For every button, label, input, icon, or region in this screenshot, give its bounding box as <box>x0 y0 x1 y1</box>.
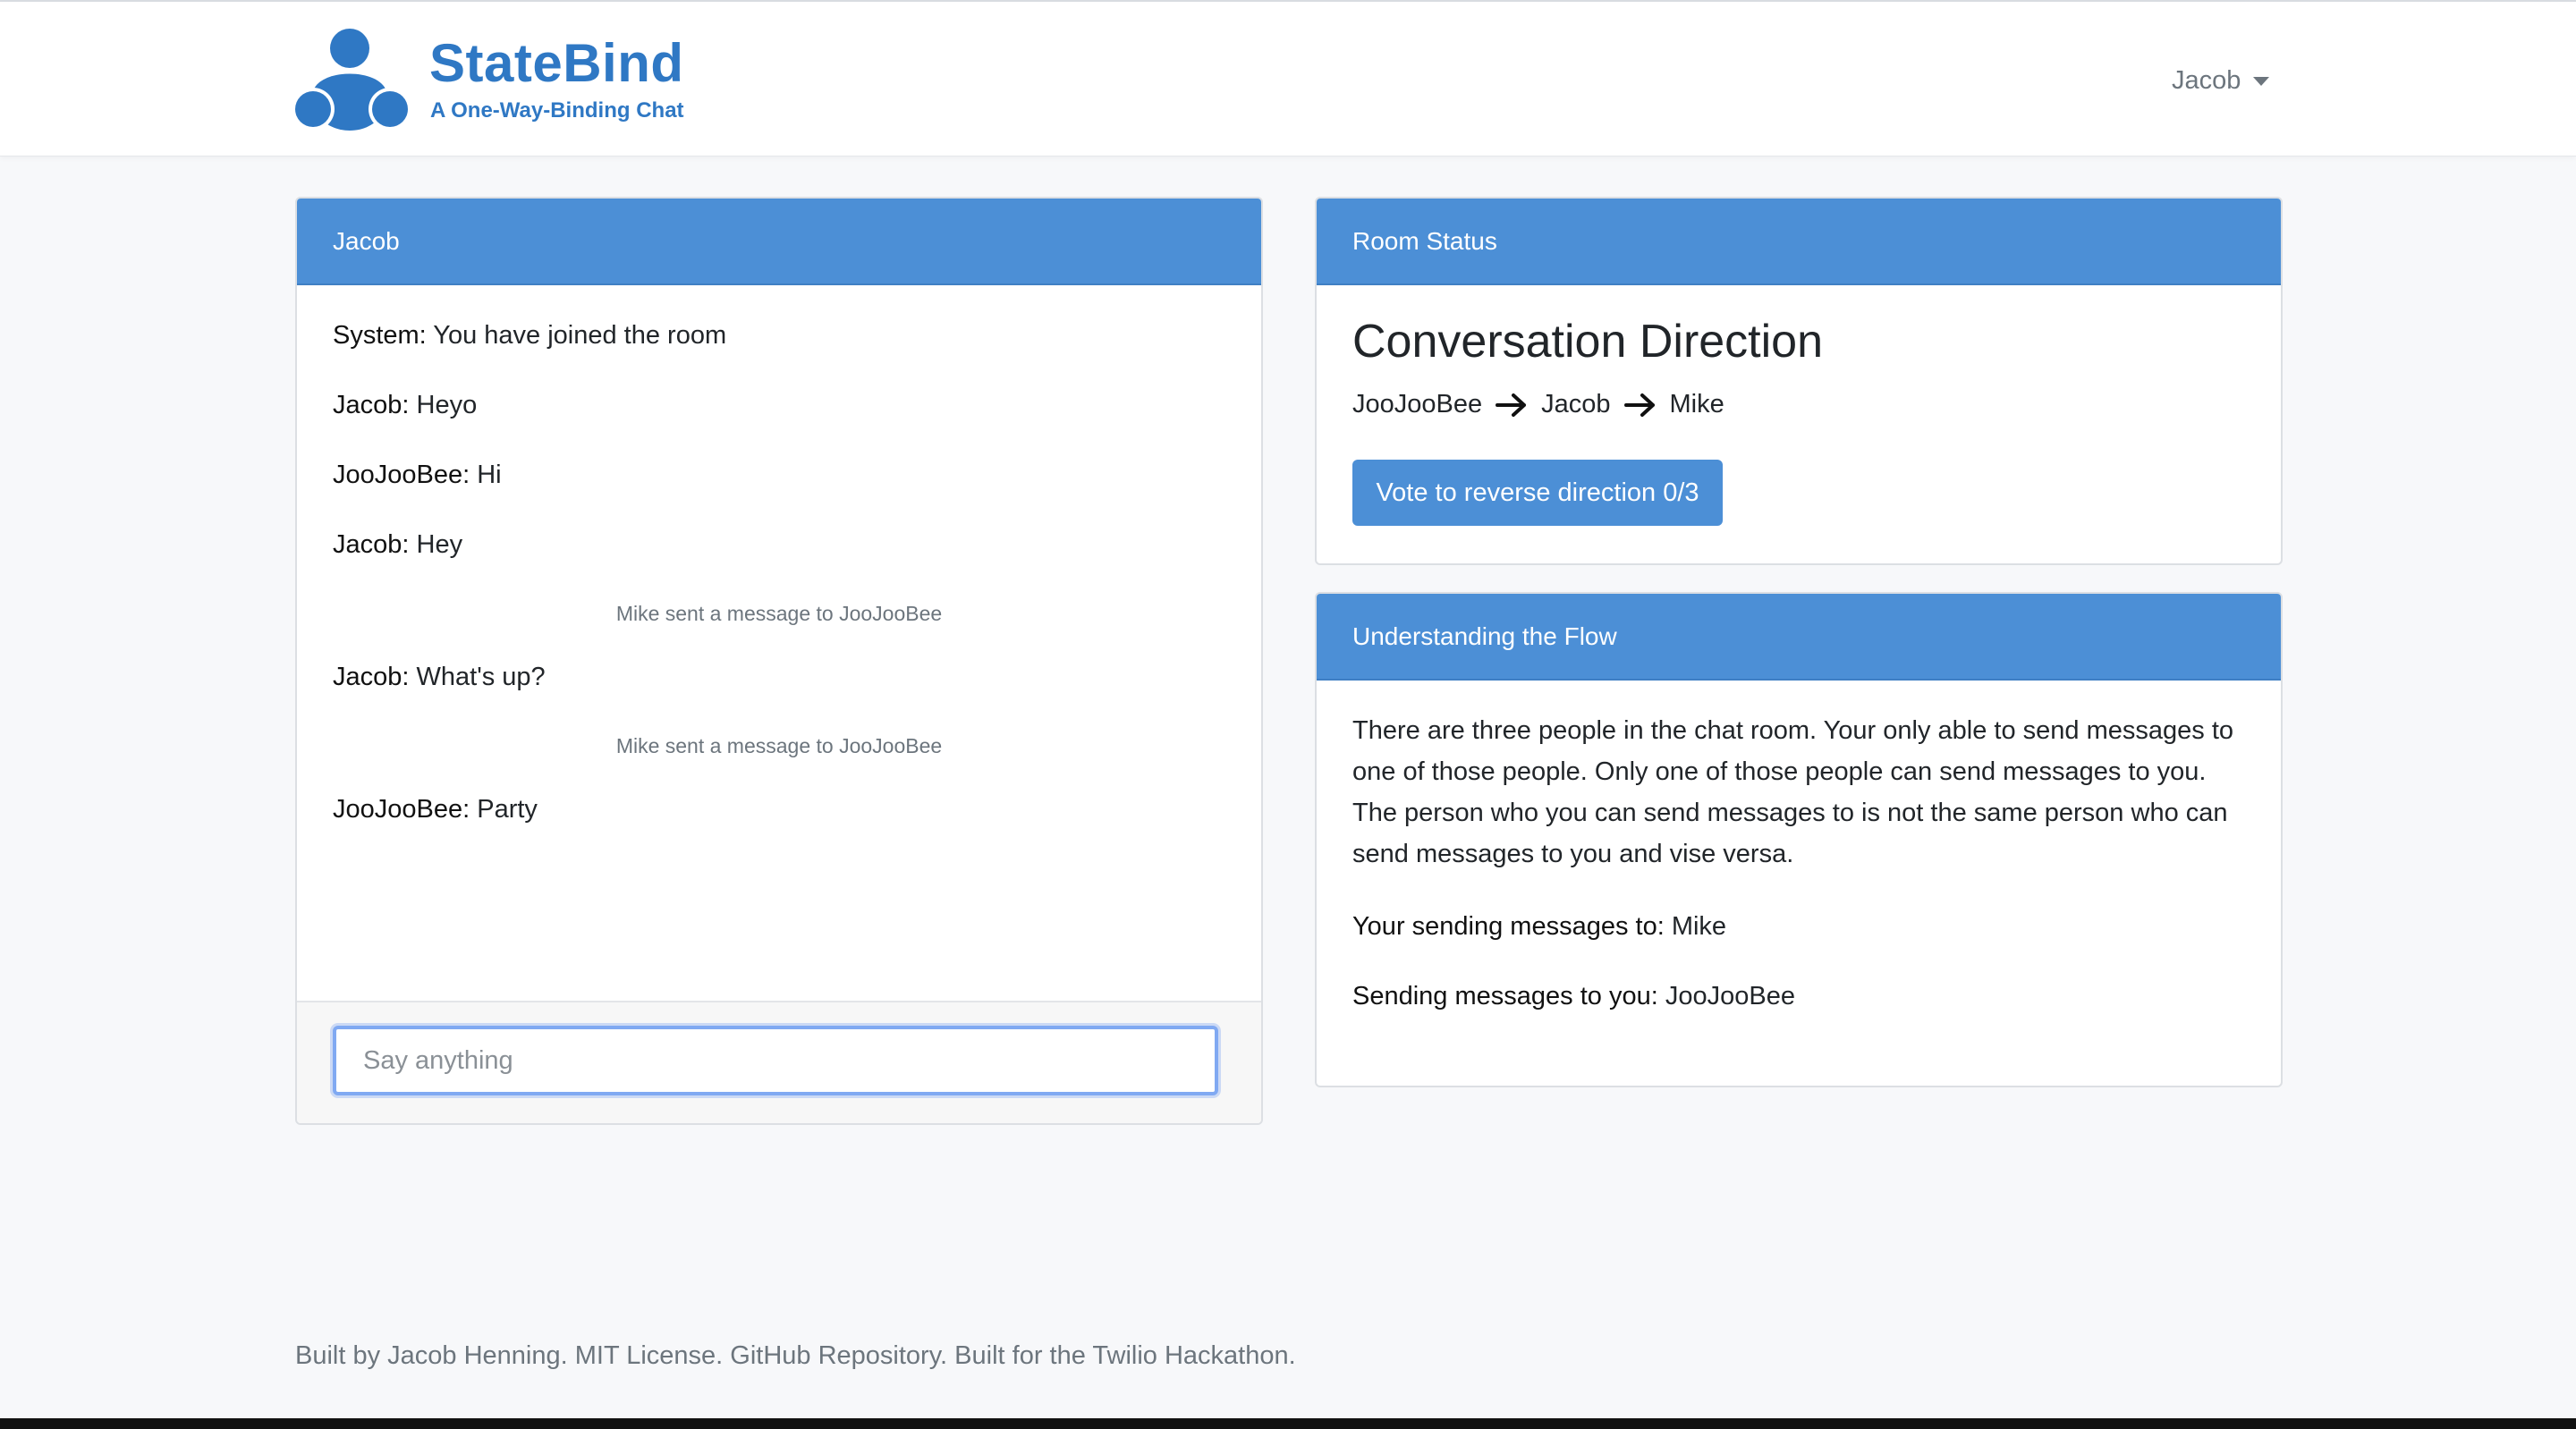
message-text: Hi <box>470 461 502 489</box>
chat-message: Jacob: Heyo <box>333 391 477 420</box>
message-text: Party <box>470 795 538 824</box>
chat-message: JooJooBee: Party <box>333 795 538 824</box>
receiving-from-line: Sending messages to you: JooJooBee <box>1352 982 1795 1011</box>
direction-chain: JooJooBee Jacob Mike <box>1352 390 1724 419</box>
chat-message: JooJooBee: Hi <box>333 461 502 490</box>
sending-to-label: Your sending messages to: <box>1352 912 1665 941</box>
receiving-from-label: Sending messages to you: <box>1352 982 1658 1010</box>
message-text: You have joined the room <box>426 321 727 350</box>
message-sender: JooJooBee: <box>333 795 470 824</box>
user-name: Jacob <box>2172 65 2241 95</box>
chevron-down-icon <box>2253 77 2270 86</box>
sending-to-line: Your sending messages to: Mike <box>1352 912 1726 942</box>
message-sender: System: <box>333 321 427 350</box>
direction-person: JooJooBee <box>1352 390 1483 419</box>
direction-person: Jacob <box>1541 390 1611 419</box>
chat-messages: System: You have joined the room Jacob: H… <box>297 285 1261 1001</box>
arrow-right-icon <box>1496 393 1527 417</box>
system-note: Mike sent a message to JooJooBee <box>615 602 943 625</box>
chat-message: System: You have joined the room <box>333 321 726 351</box>
navbar: StateBind A One-Way-Binding Chat Jacob <box>0 2 2576 156</box>
flow-description: There are three people in the chat room.… <box>1352 716 2234 868</box>
footer-text: Built by Jacob Henning. MIT License. Git… <box>295 1341 1296 1370</box>
message-sender: JooJooBee: <box>333 461 470 489</box>
brand-name[interactable]: StateBind <box>429 32 684 94</box>
bottom-bar <box>0 1418 2576 1429</box>
message-sender: Jacob: <box>333 391 410 419</box>
statebind-logo-icon[interactable] <box>293 25 410 132</box>
flow-card: Understanding the Flow There are three p… <box>1315 592 2283 1087</box>
chat-message: Jacob: What's up? <box>333 663 546 692</box>
room-status-card: Room Status Conversation Direction JooJo… <box>1315 197 2283 565</box>
message-sender: Jacob: <box>333 530 410 559</box>
user-dropdown[interactable]: Jacob <box>2172 63 2270 98</box>
vote-reverse-button[interactable]: Vote to reverse direction 0/3 <box>1352 460 1723 526</box>
message-sender: Jacob: <box>333 663 410 691</box>
message-input[interactable] <box>333 1026 1218 1095</box>
chat-card: Jacob System: You have joined the room Ja… <box>295 197 1263 1125</box>
chat-input-area <box>297 1001 1261 1123</box>
brand-tagline: A One-Way-Binding Chat <box>430 98 684 123</box>
message-text: Hey <box>409 530 463 559</box>
chat-message: Jacob: Hey <box>333 530 462 560</box>
conversation-direction-title: Conversation Direction <box>1352 316 1824 368</box>
flow-header: Understanding the Flow <box>1317 594 2281 681</box>
chat-header: Jacob <box>297 199 1261 285</box>
sending-to-value: Mike <box>1664 912 1727 941</box>
message-text: What's up? <box>409 663 546 691</box>
system-note: Mike sent a message to JooJooBee <box>615 734 943 757</box>
room-status-header: Room Status <box>1317 199 2281 285</box>
message-text: Heyo <box>409 391 478 419</box>
receiving-from-value: JooJooBee <box>1657 982 1795 1010</box>
arrow-right-icon <box>1623 393 1655 417</box>
direction-person: Mike <box>1669 390 1724 419</box>
